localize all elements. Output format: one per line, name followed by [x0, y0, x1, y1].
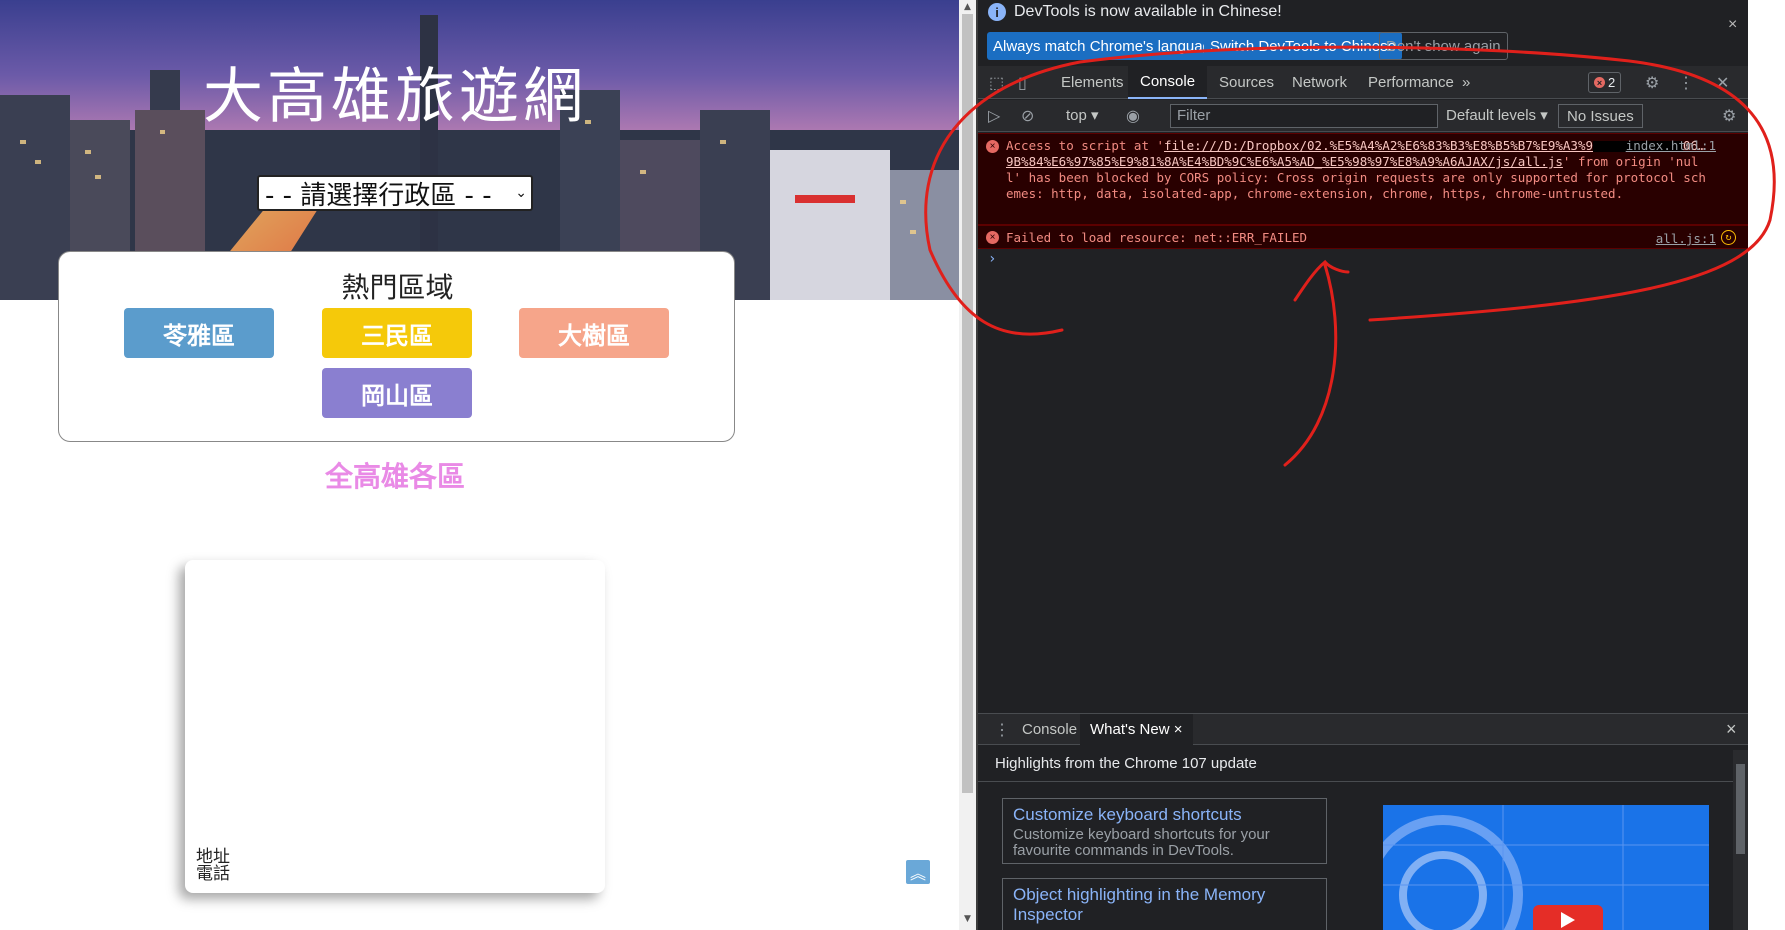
more-tabs-icon[interactable]: »: [1450, 66, 1482, 99]
district-button-gangshan[interactable]: 岡山區: [322, 368, 472, 418]
inspect-element-icon[interactable]: ⬚: [989, 73, 1004, 93]
district-select-value: - - 請選擇行政區 - -: [265, 180, 492, 211]
drawer-menu-icon[interactable]: ⋮: [994, 720, 1010, 740]
whats-new-card-title[interactable]: Customize keyboard shortcuts: [1013, 805, 1316, 825]
clear-console-icon[interactable]: ⊘: [1021, 106, 1034, 126]
error-icon: ×: [1594, 77, 1605, 88]
sidebar-toggle-icon[interactable]: ▷: [988, 106, 1000, 126]
site-title: 大高雄旅遊網: [203, 62, 587, 132]
tab-sources[interactable]: Sources: [1207, 66, 1286, 99]
error-icon: ×: [986, 140, 999, 153]
error-text-pre: Access to script at ': [1006, 138, 1165, 153]
error-source-link[interactable]: all.js:1: [1656, 231, 1716, 246]
district-button-sanmin[interactable]: 三民區: [322, 308, 472, 358]
scroll-down-arrow-icon[interactable]: ▼: [959, 914, 976, 924]
eye-icon[interactable]: ◉: [1126, 106, 1140, 126]
chrome-logo-graphic: [1383, 805, 1709, 930]
dont-show-again-button[interactable]: Don't show again: [1379, 32, 1508, 60]
whats-new-card[interactable]: Object highlighting in the Memory Inspec…: [1002, 878, 1327, 930]
drawer-scrollbar[interactable]: [1733, 750, 1748, 930]
console-prompt[interactable]: ›: [988, 251, 996, 267]
match-language-button[interactable]: Always match Chrome's language: [987, 32, 1226, 60]
infobar-message: DevTools is now available in Chinese!: [1014, 3, 1282, 20]
whats-new-heading: Highlights from the Chrome 107 update: [995, 755, 1257, 772]
whats-new-card-title[interactable]: Object highlighting in the Memory: [1013, 885, 1316, 905]
drawer-tab-console[interactable]: Console: [1012, 714, 1087, 745]
error-url-part1: file:///D:/Dropbox/02.%E5%A4%A2%E6%83%B3…: [1164, 138, 1594, 153]
context-select[interactable]: top ▾: [1066, 106, 1099, 124]
tab-elements[interactable]: Elements: [1049, 66, 1136, 99]
error-message-text: Access to script at 'file:///D:/Dropbox/…: [1006, 138, 1706, 202]
info-icon: i: [988, 3, 1006, 21]
devtools-panel: i DevTools is now available in Chinese! …: [978, 0, 1748, 930]
all-districts-title: 全高雄各區: [324, 460, 465, 493]
hot-districts-card: 熱門區域 苓雅區 三民區 大樹區 岡山區: [58, 251, 735, 442]
error-source-link[interactable]: index.html:1: [1626, 138, 1716, 153]
console-error-message: × Access to script at 'file:///D:/Dropbo…: [978, 133, 1748, 225]
close-drawer-icon[interactable]: ×: [1726, 719, 1737, 740]
page-scrollbar-thumb[interactable]: [962, 14, 973, 793]
error-count-badge[interactable]: × 2: [1588, 72, 1622, 93]
network-request-icon[interactable]: ↻: [1721, 230, 1736, 245]
issues-button[interactable]: No Issues: [1558, 104, 1643, 128]
device-toolbar-icon[interactable]: ▯: [1018, 73, 1027, 93]
spot-card-info: 地址 電話: [196, 849, 230, 883]
whats-new-video-thumbnail[interactable]: [1383, 805, 1709, 930]
tab-network[interactable]: Network: [1280, 66, 1359, 99]
close-tab-icon[interactable]: ×: [1174, 721, 1183, 738]
window-gutter: [1748, 0, 1785, 930]
district-button-lingya[interactable]: 苓雅區: [124, 308, 274, 358]
tab-console[interactable]: Console: [1128, 66, 1208, 99]
spot-card: 地址 電話: [185, 560, 605, 893]
filter-input[interactable]: Filter: [1170, 104, 1438, 128]
webpage: 大高雄旅遊網 - - 請選擇行政區 - - ⌄ 熱門區域 苓雅區 三民區 大樹區…: [0, 0, 959, 930]
error-icon: ×: [986, 231, 999, 244]
whats-new-card-desc: Customize keyboard shortcuts for your fa…: [1013, 826, 1270, 859]
console-output: × Access to script at 'file:///D:/Dropbo…: [978, 133, 1748, 713]
drawer-tab-whats-new[interactable]: What's New ×: [1080, 714, 1193, 745]
drawer-tabbar: ⋮ Console What's New × ×: [978, 713, 1748, 745]
district-select[interactable]: - - 請選擇行政區 - - ⌄: [257, 175, 533, 211]
kebab-menu-icon[interactable]: ⋮: [1678, 73, 1694, 93]
log-levels-select[interactable]: Default levels ▾: [1446, 106, 1548, 124]
hot-districts-title: 熱門區域: [341, 271, 454, 304]
drawer-scrollbar-thumb[interactable]: [1736, 764, 1745, 854]
double-chevron-up-icon[interactable]: ︽: [906, 860, 930, 884]
switch-to-chinese-button[interactable]: Switch DevTools to Chinese: [1204, 32, 1402, 60]
divider: [978, 781, 1748, 782]
spot-phone-label: 電話: [196, 864, 230, 884]
console-error-message: × Failed to load resource: net::ERR_FAIL…: [978, 225, 1748, 249]
console-toolbar: ▷ ⊘ top ▾ ◉ Filter Default levels ▾ No I…: [978, 100, 1748, 132]
close-devtools-icon[interactable]: ✕: [1716, 73, 1729, 93]
close-icon[interactable]: ×: [1728, 16, 1737, 34]
district-button-dashu[interactable]: 大樹區: [519, 308, 669, 358]
whats-new-card[interactable]: Customize keyboard shortcuts Customize k…: [1002, 798, 1327, 864]
context-select-value: top: [1066, 107, 1087, 124]
scroll-up-arrow-icon[interactable]: ▲: [959, 2, 976, 12]
page-scrollbar[interactable]: ▲ ▼: [959, 0, 976, 930]
infobar-message-row: i DevTools is now available in Chinese!: [988, 3, 1282, 21]
chevron-down-icon: ⌄: [515, 185, 527, 201]
error-message-text: Failed to load resource: net::ERR_FAILED: [1006, 230, 1308, 245]
gear-icon[interactable]: ⚙: [1645, 73, 1659, 93]
error-count: 2: [1608, 75, 1616, 90]
log-levels-value: Default levels: [1446, 107, 1537, 124]
language-infobar: i DevTools is now available in Chinese! …: [978, 0, 1748, 64]
whats-new-card-title-cont[interactable]: Inspector: [1013, 905, 1316, 925]
devtools-tabbar: ⬚ ▯ Elements Console Sources Network Per…: [978, 66, 1748, 99]
console-settings-icon[interactable]: ⚙: [1722, 106, 1736, 126]
drawer-tab-whats-new-label: What's New: [1090, 721, 1170, 738]
